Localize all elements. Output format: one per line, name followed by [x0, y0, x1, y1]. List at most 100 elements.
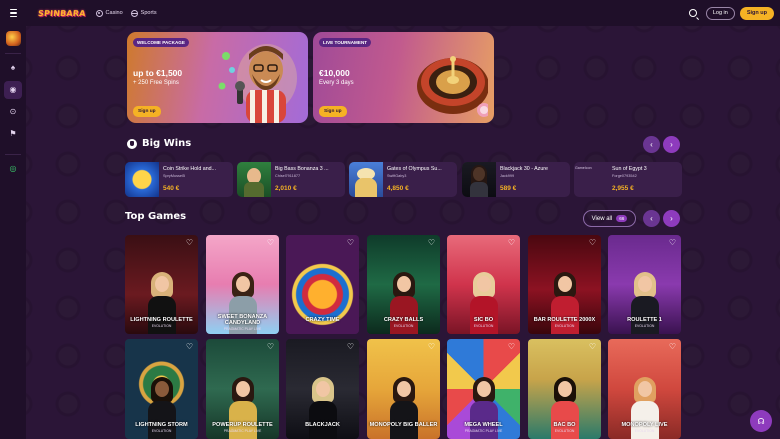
game-tile[interactable]: ♡ BAC BO EVOLUTION [528, 339, 601, 439]
headset-icon: ☊ [757, 416, 765, 426]
nav-tab-label: Casino [105, 10, 123, 16]
game-thumbnail [462, 162, 496, 197]
banner-signup-button[interactable]: Sign up [133, 106, 161, 117]
game-tile[interactable]: ♡ ROULETTE 1 EVOLUTION [608, 235, 681, 334]
game-tile[interactable]: ♡ SWEET BONANZA CANDYLAND PRAGMATIC PLAY… [206, 235, 279, 334]
section-title: Top Games [125, 211, 187, 222]
game-tile[interactable]: ♡ MONOPOLY LIVE EVOLUTION [608, 339, 681, 439]
game-tile[interactable]: ♡ LIGHTNING ROULETTE EVOLUTION [125, 235, 198, 334]
game-provider: PRAGMATIC PLAY LIVE [223, 429, 262, 433]
big-win-card[interactable]: Coin Strike Hold and... SpryMussel5 540 … [125, 162, 233, 197]
game-provider: PRAGMATIC PLAY LIVE [223, 327, 262, 331]
sidebar-item-casino[interactable]: ♠ [4, 59, 22, 77]
sidebar-item-chip[interactable]: ◎ [4, 160, 22, 178]
favorite-heart-icon[interactable]: ♡ [185, 238, 194, 247]
win-amount: 2,955 € [612, 185, 634, 192]
win-username: SwiftGaby3 [387, 174, 407, 178]
game-title: MONOPOLY LIVE [621, 422, 668, 428]
game-tile[interactable]: ♡ MEGA WHEEL PRAGMATIC PLAY LIVE [447, 339, 520, 439]
favorite-heart-icon[interactable]: ♡ [668, 238, 677, 247]
favorite-heart-icon[interactable]: ♡ [588, 238, 597, 247]
live-casino-icon: ◉ [9, 85, 17, 94]
win-game-name: Gates of Olympus Su... [387, 166, 442, 172]
big-win-card[interactable]: Big Bass Bonanza 3 ... Chisel7911877 2,0… [237, 162, 345, 197]
top-games-next-button[interactable]: › [663, 210, 680, 227]
favorite-heart-icon[interactable]: ♡ [427, 238, 436, 247]
banner-signup-button[interactable]: Sign up [319, 106, 347, 117]
game-provider: EVOLUTION [473, 324, 494, 328]
live-sports-icon: ⚑ [9, 129, 17, 138]
favorite-heart-icon[interactable]: ♡ [427, 342, 436, 351]
favorite-heart-icon[interactable]: ♡ [668, 342, 677, 351]
sidebar-item-sports[interactable]: ⊙ [4, 103, 22, 121]
favorite-heart-icon[interactable]: ♡ [185, 342, 194, 351]
game-provider: EVOLUTION [393, 324, 414, 328]
search-icon[interactable] [688, 9, 697, 17]
game-tile[interactable]: ♡ CRAZY BALLS EVOLUTION [367, 235, 440, 334]
main-content: WELCOME PACKAGE up to €1,500 + 250 Free … [26, 26, 780, 439]
welcome-package-banner[interactable]: WELCOME PACKAGE up to €1,500 + 250 Free … [127, 32, 308, 123]
game-title: SWEET BONANZA CANDYLAND [217, 314, 268, 326]
sports-icon [130, 9, 138, 17]
big-win-card[interactable]: GameIcon Sun of Egypt 3 Forge0793542 2,9… [574, 162, 682, 197]
sidebar-item-live-sports[interactable]: ⚑ [4, 125, 22, 143]
live-chat-button[interactable]: ☊ [750, 410, 772, 432]
casino-icon [95, 9, 103, 17]
game-tile[interactable]: ♡ MONOPOLY BIG BALLER [367, 339, 440, 439]
nav-tab-sports[interactable]: Sports [130, 9, 157, 17]
header-actions: Log in Sign up [688, 6, 780, 20]
favorite-heart-icon[interactable]: ♡ [266, 238, 275, 247]
game-title: ROULETTE 1 [627, 317, 662, 323]
broken-image-alt: GameIcon [575, 166, 592, 170]
win-username: Jack999 [500, 174, 515, 178]
game-provider: EVOLUTION [634, 429, 655, 433]
nav-tab-label: Sports [140, 10, 157, 16]
signup-button[interactable]: Sign up [739, 6, 774, 20]
game-thumbnail [237, 162, 271, 197]
game-provider: EVOLUTION [554, 324, 575, 328]
nav-tab-casino[interactable]: Casino [95, 9, 123, 17]
game-thumbnail: GameIcon [574, 162, 608, 197]
view-all-button[interactable]: View all 66 [583, 210, 636, 227]
game-provider: PRAGMATIC PLAY LIVE [464, 429, 503, 433]
top-games-prev-button[interactable]: ‹ [643, 210, 660, 227]
game-tile[interactable]: ♡ BAR ROULETTE 2000X EVOLUTION [528, 235, 601, 334]
game-title: POWERUP ROULETTE [212, 422, 273, 428]
banner-headline: up to €1,500 [133, 68, 183, 78]
favorite-heart-icon[interactable]: ♡ [507, 342, 516, 351]
favorite-heart-icon[interactable]: ♡ [507, 238, 516, 247]
trophy-icon [127, 138, 137, 149]
game-thumbnail [349, 162, 383, 197]
game-tile[interactable]: ♡ SIC BO EVOLUTION [447, 235, 520, 334]
big-win-card[interactable]: Blackjack 30 - Azure Jack999 589 € [462, 162, 570, 197]
live-tournament-banner[interactable]: LIVE TOURNAMENT €10,000 Every 3 days Sig… [313, 32, 494, 123]
favorite-heart-icon[interactable]: ♡ [266, 342, 275, 351]
banner-tag: LIVE TOURNAMENT [319, 38, 372, 47]
chevron-right-icon: › [670, 140, 673, 149]
sidebar-item-live-casino[interactable]: ◉ [4, 81, 22, 99]
game-provider: EVOLUTION [554, 429, 575, 433]
game-tile[interactable]: ♡ CRAZY TIME [286, 235, 359, 334]
login-button[interactable]: Log in [705, 6, 735, 20]
win-username: Forge0793542 [612, 174, 637, 178]
banner-tag: WELCOME PACKAGE [133, 38, 189, 47]
brand-logo[interactable]: SPINBARA [38, 9, 86, 18]
favorite-heart-icon[interactable]: ♡ [346, 342, 355, 351]
big-wins-prev-button[interactable]: ‹ [643, 136, 660, 153]
favorite-heart-icon[interactable]: ♡ [588, 342, 597, 351]
top-games-header: Top Games [125, 211, 186, 222]
game-title: MONOPOLY BIG BALLER [369, 422, 438, 428]
game-tile[interactable]: ♡ LIGHTNING STORM EVOLUTION [125, 339, 198, 439]
game-title: BLACKJACK [305, 422, 340, 428]
favorite-heart-icon[interactable]: ♡ [346, 238, 355, 247]
win-game-name: Coin Strike Hold and... [163, 166, 216, 172]
menu-icon[interactable] [0, 0, 26, 26]
big-win-card[interactable]: Gates of Olympus Su... SwiftGaby3 4,850 … [349, 162, 457, 197]
sidebar: ♠ ◉ ⊙ ⚑ ◎ [0, 26, 26, 439]
promotions-icon[interactable] [5, 31, 21, 46]
game-provider: EVOLUTION [151, 324, 172, 328]
win-amount: 589 € [500, 185, 517, 192]
game-tile[interactable]: ♡ POWERUP ROULETTE PRAGMATIC PLAY LIVE [206, 339, 279, 439]
big-wins-next-button[interactable]: › [663, 136, 680, 153]
game-tile[interactable]: ♡ BLACKJACK [286, 339, 359, 439]
